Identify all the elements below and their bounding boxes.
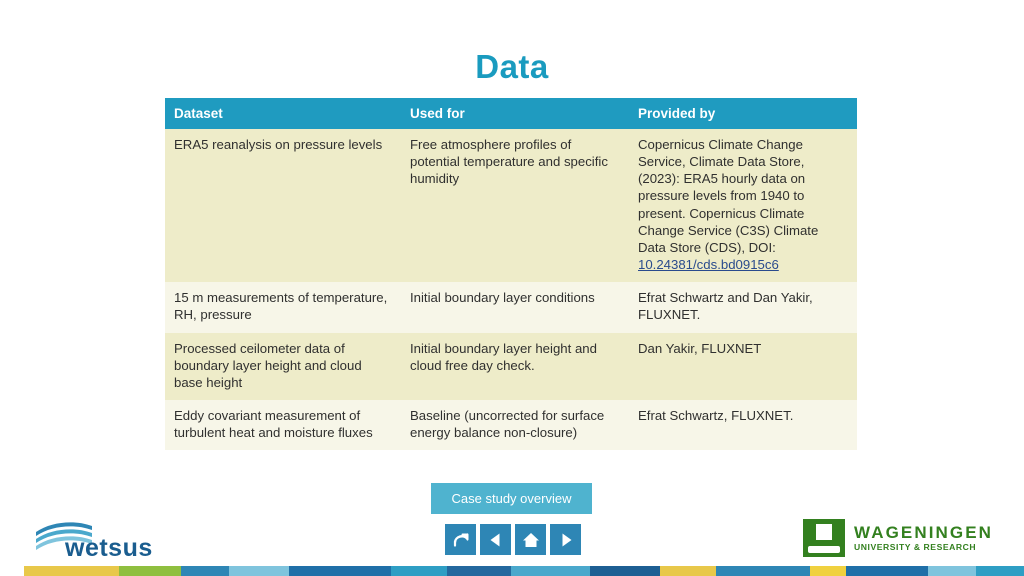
table-header-provided-by: Provided by [629, 98, 857, 129]
previous-arrow-icon[interactable] [480, 524, 511, 555]
cell-used-for: Free atmosphere profiles of potential te… [401, 129, 629, 283]
cell-provided-by: Efrat Schwartz and Dan Yakir, FLUXNET. [629, 282, 857, 333]
case-study-overview-button[interactable]: Case study overview [431, 483, 592, 514]
slide-canvas: Data Dataset Used for Provided by ERA5 r… [0, 0, 1024, 576]
wetsus-wordmark: wetsus [65, 534, 153, 562]
strip-segment-12 [810, 566, 846, 576]
strip-segment-11 [716, 566, 810, 576]
cell-dataset: Eddy covariant measurement of turbulent … [165, 400, 401, 451]
table-row: ERA5 reanalysis on pressure levels Free … [165, 129, 857, 283]
strip-segment-2 [119, 566, 181, 576]
strip-segment-4 [229, 566, 289, 576]
bottom-color-strip [0, 566, 1024, 576]
wageningen-wordmark: WAGENINGEN UNIVERSITY & RESEARCH [854, 524, 993, 552]
cell-dataset: Processed ceilometer data of boundary la… [165, 332, 401, 401]
strip-segment-7 [447, 566, 511, 576]
wageningen-wordmark-main: WAGENINGEN [854, 523, 994, 543]
table-header-used-for: Used for [401, 98, 629, 129]
table-header-dataset: Dataset [165, 98, 401, 129]
cell-dataset: 15 m measurements of temperature, RH, pr… [165, 282, 401, 333]
cell-provided-by: Copernicus Climate Change Service, Clima… [629, 129, 857, 283]
wageningen-wordmark-sub: UNIVERSITY & RESEARCH [854, 541, 977, 552]
navigation-bar [445, 524, 581, 555]
strip-segment-10 [660, 566, 716, 576]
wageningen-logo: WAGENINGEN UNIVERSITY & RESEARCH [803, 519, 993, 557]
strip-segment-14 [928, 566, 976, 576]
table-row: Processed ceilometer data of boundary la… [165, 332, 857, 401]
table-header-row: Dataset Used for Provided by [165, 98, 857, 129]
strip-segment-9 [590, 566, 660, 576]
cell-provided-by: Efrat Schwartz, FLUXNET. [629, 400, 857, 451]
strip-segment-0 [0, 566, 24, 576]
cell-used-for: Baseline (uncorrected for surface energy… [401, 400, 629, 451]
cell-used-for: Initial boundary layer height and cloud … [401, 332, 629, 401]
data-table: Dataset Used for Provided by ERA5 reanal… [165, 98, 857, 451]
back-arrow-icon[interactable] [445, 524, 476, 555]
next-arrow-icon[interactable] [550, 524, 581, 555]
strip-segment-6 [391, 566, 447, 576]
wageningen-logo-mark [803, 519, 845, 557]
provided-by-text: Copernicus Climate Change Service, Clima… [638, 137, 819, 255]
strip-segment-5 [289, 566, 391, 576]
page-title: Data [475, 48, 549, 85]
cell-used-for: Initial boundary layer conditions [401, 282, 629, 333]
cell-provided-by: Dan Yakir, FLUXNET [629, 332, 857, 401]
table-row: Eddy covariant measurement of turbulent … [165, 400, 857, 451]
strip-segment-8 [511, 566, 590, 576]
doi-link[interactable]: 10.24381/cds.bd0915c6 [638, 257, 779, 272]
strip-segment-1 [24, 566, 119, 576]
table-row: 15 m measurements of temperature, RH, pr… [165, 282, 857, 333]
cell-dataset: ERA5 reanalysis on pressure levels [165, 129, 401, 283]
home-icon[interactable] [515, 524, 546, 555]
strip-segment-3 [181, 566, 229, 576]
strip-segment-13 [846, 566, 928, 576]
strip-segment-15 [976, 566, 1024, 576]
